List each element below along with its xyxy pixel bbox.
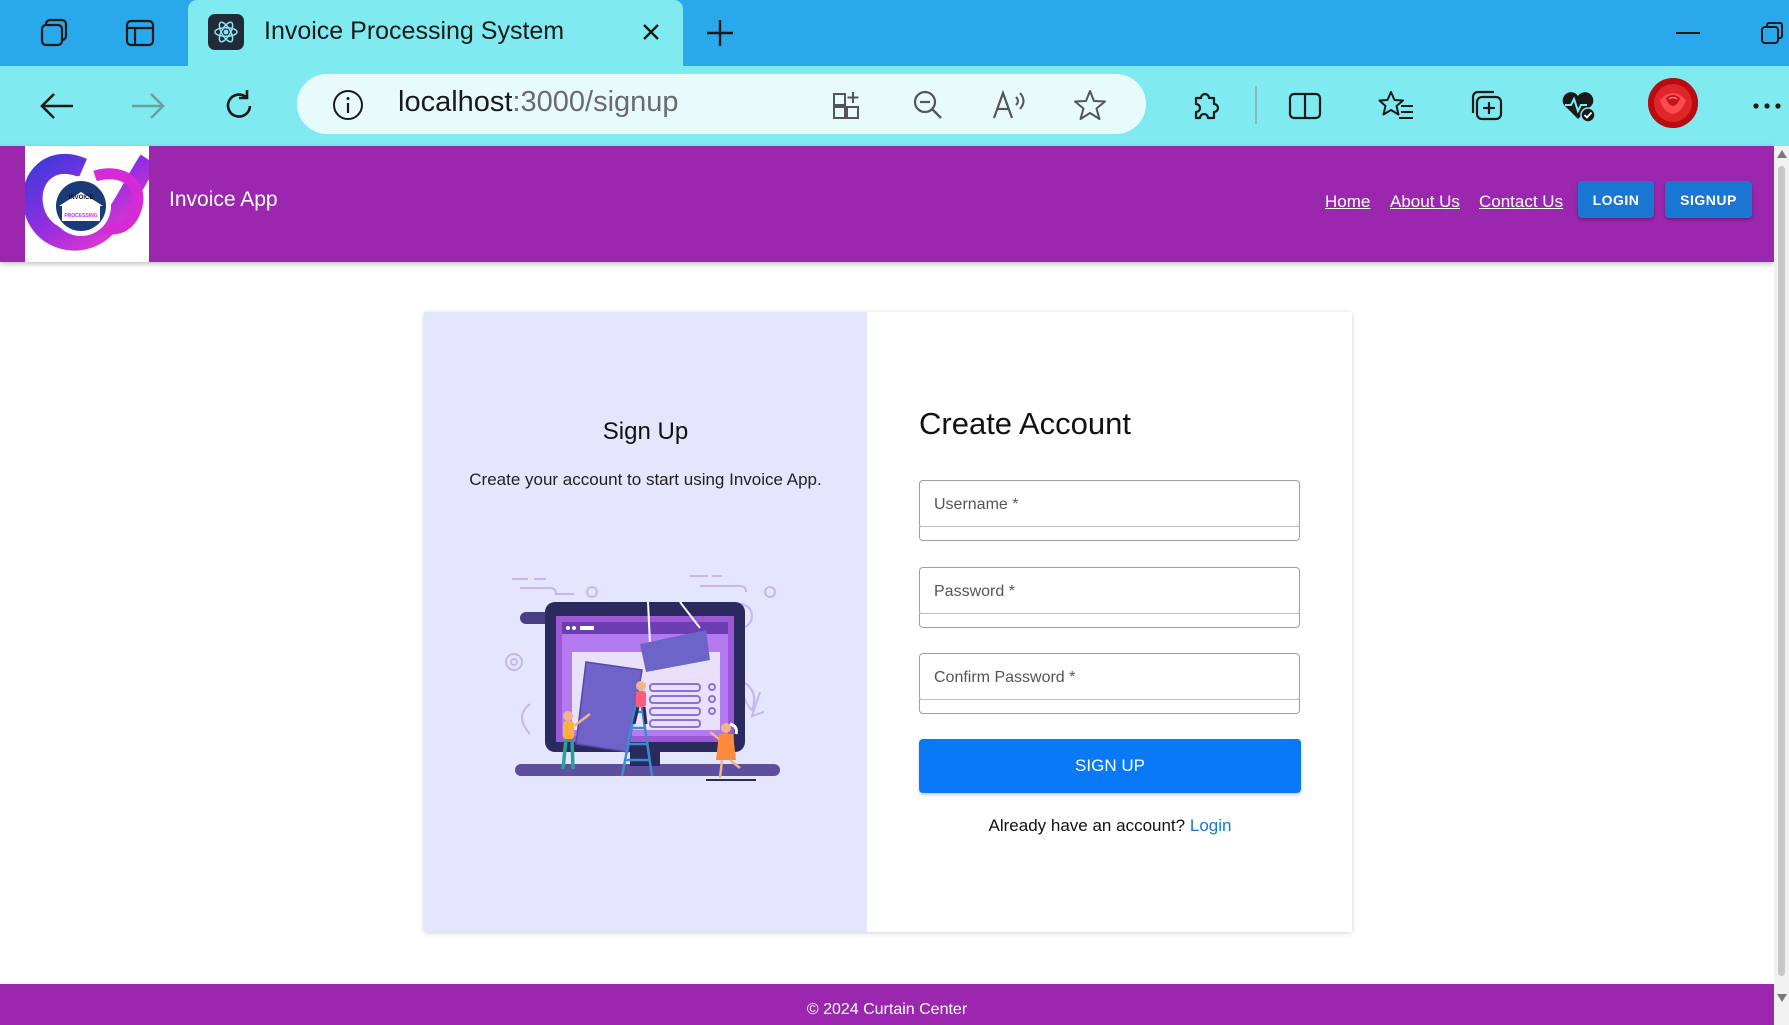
username-field[interactable]: Username * (919, 480, 1300, 541)
app-available-icon[interactable] (828, 86, 866, 124)
login-prompt-text: Already have an account? (988, 816, 1186, 835)
new-tab-icon[interactable] (700, 14, 740, 52)
footer-copyright: © 2024 Curtain Center (806, 1001, 968, 1018)
scrollbar-thumb[interactable] (1778, 166, 1785, 976)
app-title: Invoice App (169, 188, 278, 211)
tab-actions-icon[interactable] (120, 14, 160, 52)
login-prompt: Already have an account? Login (919, 816, 1301, 836)
favorites-list-icon[interactable] (1373, 83, 1419, 129)
split-screen-icon[interactable] (1282, 83, 1328, 129)
password-label: Password * (934, 583, 1015, 600)
restore-icon[interactable] (1755, 14, 1789, 52)
username-field-underline (919, 526, 1300, 541)
app-logo[interactable]: INVOICE PROCESSING (25, 146, 149, 262)
password-field[interactable]: Password * (919, 567, 1300, 628)
browser-essentials-icon[interactable] (1555, 83, 1601, 129)
app-header: INVOICE PROCESSING Invoice App Home Abou… (0, 146, 1774, 262)
username-input[interactable]: Username * (919, 480, 1300, 528)
app-footer: © 2024 Curtain Center (0, 984, 1774, 1025)
confirm-password-field-underline (919, 699, 1300, 714)
confirm-password-field[interactable]: Confirm Password * (919, 653, 1300, 714)
tab-invoice-processing[interactable]: Invoice Processing System (188, 0, 683, 66)
profile-avatar[interactable] (1648, 78, 1698, 128)
nav-link-home[interactable]: Home (1325, 192, 1370, 212)
toolbar-divider (1255, 86, 1257, 124)
site-info-icon[interactable] (331, 88, 365, 122)
signup-illustration (500, 564, 790, 794)
workspaces-icon[interactable] (34, 14, 74, 52)
sign-up-button[interactable]: SIGN UP (919, 739, 1301, 793)
tab-title: Invoice Processing System (264, 17, 565, 45)
url-host: localhost (398, 86, 513, 118)
signup-form: Create Account Username * Password * Con… (867, 312, 1352, 932)
signup-card: Sign Up Create your account to start usi… (424, 312, 1352, 932)
password-field-underline (919, 613, 1300, 628)
form-title: Create Account (919, 406, 1131, 441)
favorite-star-icon[interactable] (1071, 86, 1109, 124)
close-icon[interactable] (636, 17, 666, 47)
read-aloud-icon[interactable] (991, 86, 1029, 124)
login-button[interactable]: LOGIN (1578, 181, 1654, 218)
login-link[interactable]: Login (1190, 816, 1232, 835)
browser-toolbar: localhost:3000/signup (0, 66, 1789, 146)
refresh-icon[interactable] (216, 83, 262, 129)
collections-icon[interactable] (1464, 83, 1510, 129)
minimize-icon[interactable] (1668, 14, 1708, 52)
nav-link-about[interactable]: About Us (1390, 192, 1460, 212)
info-subtitle: Create your account to start using Invoi… (469, 470, 822, 489)
scroll-up-icon[interactable] (1777, 150, 1787, 158)
username-label: Username * (934, 496, 1019, 513)
react-icon (208, 14, 244, 50)
info-title: Sign Up (602, 418, 689, 445)
logo-text-top: INVOICE (69, 195, 94, 201)
address-bar[interactable]: localhost:3000/signup (297, 74, 1146, 134)
confirm-password-input[interactable]: Confirm Password * (919, 653, 1300, 701)
logo-text-bottom: PROCESSING (64, 213, 97, 219)
signup-nav-button[interactable]: SIGNUP (1665, 181, 1752, 218)
scroll-down-icon[interactable] (1777, 994, 1787, 1002)
more-menu-icon[interactable] (1744, 83, 1789, 129)
confirm-password-label: Confirm Password * (934, 669, 1076, 686)
zoom-out-icon[interactable] (909, 86, 947, 124)
password-input[interactable]: Password * (919, 567, 1300, 615)
signup-info-panel: Sign Up Create your account to start usi… (424, 312, 867, 932)
url-path: :3000/signup (512, 86, 679, 118)
browser-tab-bar: Invoice Processing System (0, 0, 1789, 66)
forward-icon[interactable] (125, 83, 171, 129)
url-text[interactable]: localhost:3000/signup (398, 86, 679, 119)
page-scrollbar[interactable] (1774, 146, 1789, 1025)
back-icon[interactable] (34, 83, 80, 129)
nav-link-contact[interactable]: Contact Us (1479, 192, 1563, 212)
extensions-icon[interactable] (1182, 83, 1228, 129)
